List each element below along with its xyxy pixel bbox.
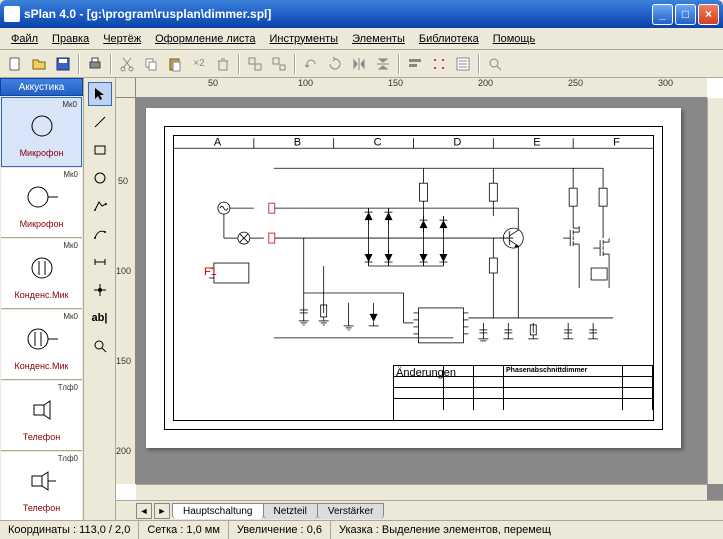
close-button[interactable]: × bbox=[698, 4, 719, 25]
copy-button[interactable] bbox=[140, 53, 162, 75]
component-item[interactable]: Тлф0 Телефон bbox=[1, 452, 82, 520]
statusbar: Координаты : 113,0 / 2,0 Сетка : 1,0 мм … bbox=[0, 520, 723, 539]
zoom-button[interactable] bbox=[484, 53, 506, 75]
svg-text:B: B bbox=[294, 136, 301, 148]
title-block: ÄnderungenPhasenabschnittdimmer bbox=[393, 365, 653, 420]
group-button[interactable] bbox=[244, 53, 266, 75]
align-button[interactable] bbox=[404, 53, 426, 75]
toolbar: ×2 bbox=[0, 50, 723, 78]
component-item[interactable]: Тлф0 Телефон bbox=[1, 381, 82, 451]
ruler-horizontal[interactable]: 50 100 150 200 250 300 bbox=[136, 78, 707, 98]
open-button[interactable] bbox=[28, 53, 50, 75]
sheet-prev-button[interactable]: ◄ bbox=[136, 503, 152, 519]
svg-text:F: F bbox=[613, 136, 620, 148]
node-tool[interactable] bbox=[88, 278, 112, 302]
library-tab[interactable]: Аккустика bbox=[0, 78, 83, 96]
minimize-button[interactable]: _ bbox=[652, 4, 673, 25]
list-button[interactable] bbox=[452, 53, 474, 75]
component-item[interactable]: Мк0 Микрофон bbox=[1, 168, 82, 238]
svg-text:F1: F1 bbox=[204, 266, 217, 278]
canvas-area: 50 100 150 200 250 300 50 100 150 200 A B… bbox=[116, 78, 723, 520]
window-title: sPlan 4.0 - [g:\program\rusplan\dimmer.s… bbox=[24, 7, 652, 21]
ruler-vertical[interactable]: 50 100 150 200 bbox=[116, 98, 136, 484]
line-tool[interactable] bbox=[88, 110, 112, 134]
titlebar[interactable]: sPlan 4.0 - [g:\program\rusplan\dimmer.s… bbox=[0, 0, 723, 28]
status-grid: Сетка : 1,0 мм bbox=[139, 521, 229, 539]
component-panel: Аккустика Мк0 Микрофон Мк0 Микрофон Мк0 … bbox=[0, 78, 84, 520]
new-button[interactable] bbox=[4, 53, 26, 75]
maximize-button[interactable]: □ bbox=[675, 4, 696, 25]
menu-library[interactable]: Библиотека bbox=[412, 31, 486, 47]
canvas-viewport[interactable]: A B C D E F bbox=[136, 98, 723, 500]
dimension-tool[interactable] bbox=[88, 250, 112, 274]
menu-edit[interactable]: Правка bbox=[45, 31, 96, 47]
snap-button[interactable] bbox=[428, 53, 450, 75]
component-item[interactable]: Мк0 Конденс.Мик bbox=[1, 239, 82, 309]
rect-tool[interactable] bbox=[88, 138, 112, 162]
sheet-tab[interactable]: Verstärker bbox=[317, 503, 385, 519]
sheet-tab[interactable]: Hauptschaltung bbox=[172, 503, 264, 519]
menu-file[interactable]: Файл bbox=[4, 31, 45, 47]
menu-page-setup[interactable]: Оформление листа bbox=[148, 31, 262, 47]
schematic-page[interactable]: A B C D E F bbox=[146, 108, 681, 448]
ruler-corner bbox=[116, 78, 136, 98]
paste-button[interactable] bbox=[164, 53, 186, 75]
circle-tool[interactable] bbox=[88, 166, 112, 190]
tool-strip: ab| bbox=[84, 78, 116, 520]
menu-help[interactable]: Помощь bbox=[486, 31, 543, 47]
svg-text:E: E bbox=[533, 136, 540, 148]
pointer-tool[interactable] bbox=[88, 82, 112, 106]
status-coords: Координаты : 113,0 / 2,0 bbox=[0, 521, 139, 539]
polygon-tool[interactable] bbox=[88, 194, 112, 218]
menu-drawing[interactable]: Чертёж bbox=[96, 31, 148, 47]
horizontal-scrollbar[interactable] bbox=[136, 484, 707, 500]
menubar: Файл Правка Чертёж Оформление листа Инст… bbox=[0, 28, 723, 50]
duplicate-button[interactable]: ×2 bbox=[188, 53, 210, 75]
status-zoom: Увеличение : 0,6 bbox=[229, 521, 331, 539]
mirror-h-button[interactable] bbox=[348, 53, 370, 75]
undo-button[interactable] bbox=[300, 53, 322, 75]
sheet-next-button[interactable]: ► bbox=[154, 503, 170, 519]
measure-tool[interactable] bbox=[88, 334, 112, 358]
status-hint: Указка : Выделение элементов, перемещ bbox=[331, 521, 723, 539]
component-item[interactable]: Мк0 Конденс.Мик bbox=[1, 310, 82, 380]
mirror-v-button[interactable] bbox=[372, 53, 394, 75]
bezier-tool[interactable] bbox=[88, 222, 112, 246]
save-button[interactable] bbox=[52, 53, 74, 75]
sheet-tabs: ◄ ► Hauptschaltung Netzteil Verstärker bbox=[116, 500, 723, 520]
delete-button[interactable] bbox=[212, 53, 234, 75]
text-tool[interactable]: ab| bbox=[88, 306, 112, 330]
svg-text:C: C bbox=[374, 136, 382, 148]
print-button[interactable] bbox=[84, 53, 106, 75]
menu-tools[interactable]: Инструменты bbox=[263, 31, 346, 47]
component-item[interactable]: Мк0 Микрофон bbox=[1, 97, 82, 167]
ungroup-button[interactable] bbox=[268, 53, 290, 75]
vertical-scrollbar[interactable] bbox=[707, 98, 723, 484]
sheet-tab[interactable]: Netzteil bbox=[263, 503, 318, 519]
svg-text:A: A bbox=[214, 136, 222, 148]
app-icon bbox=[4, 6, 20, 22]
cut-button[interactable] bbox=[116, 53, 138, 75]
menu-elements[interactable]: Элементы bbox=[345, 31, 412, 47]
rotate-button[interactable] bbox=[324, 53, 346, 75]
svg-text:D: D bbox=[453, 136, 461, 148]
